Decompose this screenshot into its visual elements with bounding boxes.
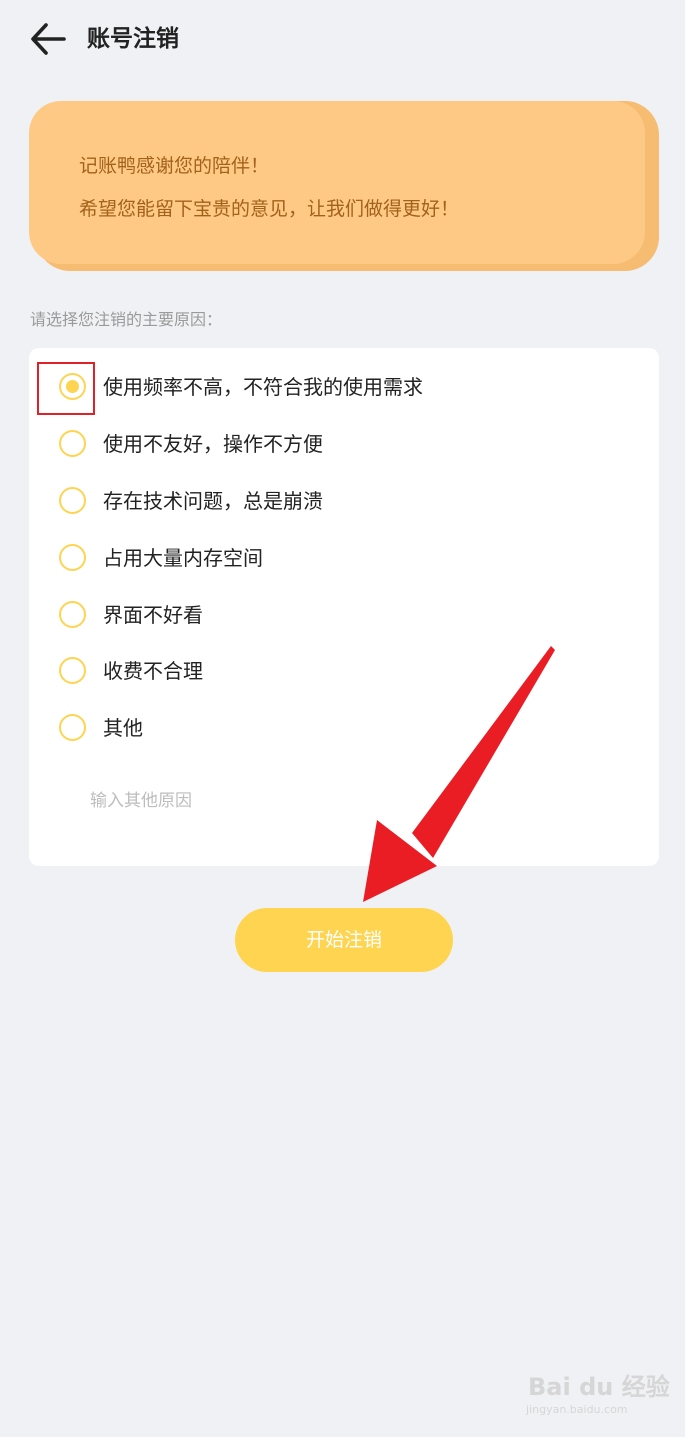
account-cancellation-screen: 账号注销 记账鸭感谢您的陪伴！ 希望您能留下宝贵的意见，让我们做得更好！ 请选择… xyxy=(0,0,685,1437)
reason-option-low-usage[interactable]: 使用频率不高，不符合我的使用需求 xyxy=(29,362,659,412)
red-arrow-annotation xyxy=(363,646,555,902)
reason-label: 使用不友好，操作不方便 xyxy=(103,432,323,456)
reason-option-memory[interactable]: 占用大量内存空间 xyxy=(29,533,659,583)
reason-label: 使用频率不高，不符合我的使用需求 xyxy=(103,375,423,399)
banner-feedback-text: 希望您能留下宝贵的意见，让我们做得更好！ xyxy=(79,198,460,220)
reason-option-unfriendly[interactable]: 使用不友好，操作不方便 xyxy=(29,419,659,469)
reason-option-crashes[interactable]: 存在技术问题，总是崩溃 xyxy=(29,476,659,526)
reason-prompt-label: 请选择您注销的主要原因： xyxy=(30,310,223,329)
watermark-brand: Bai du 经验 xyxy=(528,1373,670,1401)
watermark-url: jingyan.baidu.com xyxy=(526,1403,628,1416)
reason-option-ui[interactable]: 界面不好看 xyxy=(29,590,659,640)
reason-label: 收费不合理 xyxy=(103,659,203,683)
selection-highlight-box xyxy=(37,362,95,415)
back-button[interactable] xyxy=(28,20,68,58)
start-cancellation-button[interactable]: 开始注销 xyxy=(235,908,453,972)
radio-button[interactable] xyxy=(59,430,86,457)
reason-label: 其他 xyxy=(103,716,143,740)
radio-button[interactable] xyxy=(59,487,86,514)
radio-button[interactable] xyxy=(59,714,86,741)
thank-you-banner xyxy=(29,101,645,264)
radio-button[interactable] xyxy=(59,544,86,571)
page-title: 账号注销 xyxy=(87,26,179,52)
header: 账号注销 xyxy=(0,0,685,80)
banner-thanks-text: 记账鸭感谢您的陪伴！ xyxy=(79,155,270,177)
arrow-left-icon xyxy=(31,23,66,55)
radio-button[interactable] xyxy=(59,601,86,628)
baidu-jingyan-watermark: Bai du 经验 jingyan.baidu.com xyxy=(520,1370,670,1422)
radio-button[interactable] xyxy=(59,657,86,684)
reason-label: 界面不好看 xyxy=(103,603,203,627)
reason-label: 占用大量内存空间 xyxy=(103,546,263,570)
reason-label: 存在技术问题，总是崩溃 xyxy=(103,489,323,513)
